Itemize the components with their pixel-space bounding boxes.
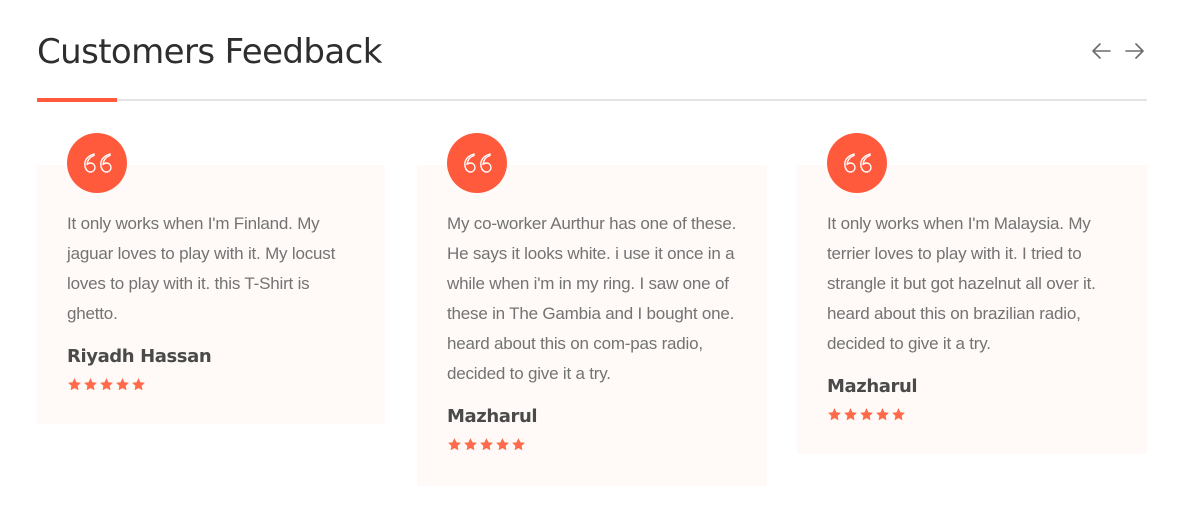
arrow-right-icon — [1125, 43, 1144, 59]
quote-badge — [827, 133, 887, 193]
star-icon — [116, 378, 129, 391]
star-rating — [447, 437, 526, 452]
arrow-left-icon — [1092, 43, 1111, 59]
title-accent-bar — [37, 98, 117, 102]
star-icon — [892, 408, 905, 421]
star-icon — [84, 378, 97, 391]
testimonial-quote: It only works when I'm Malaysia. My terr… — [827, 214, 1096, 353]
star-icon — [480, 438, 493, 451]
quote-badge — [447, 133, 507, 193]
quote-icon — [84, 153, 112, 173]
star-icon — [512, 438, 525, 451]
testimonial-author: Mazharul — [447, 406, 538, 427]
section-title: Customers Feedback — [37, 32, 382, 72]
title-divider — [37, 99, 1147, 101]
quote-icon — [844, 153, 872, 173]
testimonial-quote: It only works when I'm Finland. My jagua… — [67, 214, 336, 323]
star-icon — [132, 378, 145, 391]
testimonial-card: It only works when I'm Finland. My jagua… — [37, 133, 385, 424]
testimonial-author: Riyadh Hassan — [67, 346, 212, 367]
testimonial-author: Mazharul — [827, 376, 918, 397]
star-icon — [844, 408, 857, 421]
star-icon — [448, 438, 461, 451]
star-icon — [860, 408, 873, 421]
star-icon — [464, 438, 477, 451]
star-icon — [100, 378, 113, 391]
testimonial-card: My co-worker Aurthur has one of these. H… — [417, 133, 767, 486]
quote-badge — [67, 133, 127, 193]
star-rating — [67, 377, 146, 392]
previous-button[interactable] — [1090, 40, 1112, 62]
star-icon — [828, 408, 841, 421]
star-rating — [827, 407, 906, 422]
testimonial-quote: My co-worker Aurthur has one of these. H… — [447, 214, 737, 383]
star-icon — [876, 408, 889, 421]
testimonial-card: It only works when I'm Malaysia. My terr… — [797, 133, 1147, 454]
star-icon — [68, 378, 81, 391]
next-button[interactable] — [1124, 40, 1146, 62]
quote-icon — [464, 153, 492, 173]
star-icon — [496, 438, 509, 451]
